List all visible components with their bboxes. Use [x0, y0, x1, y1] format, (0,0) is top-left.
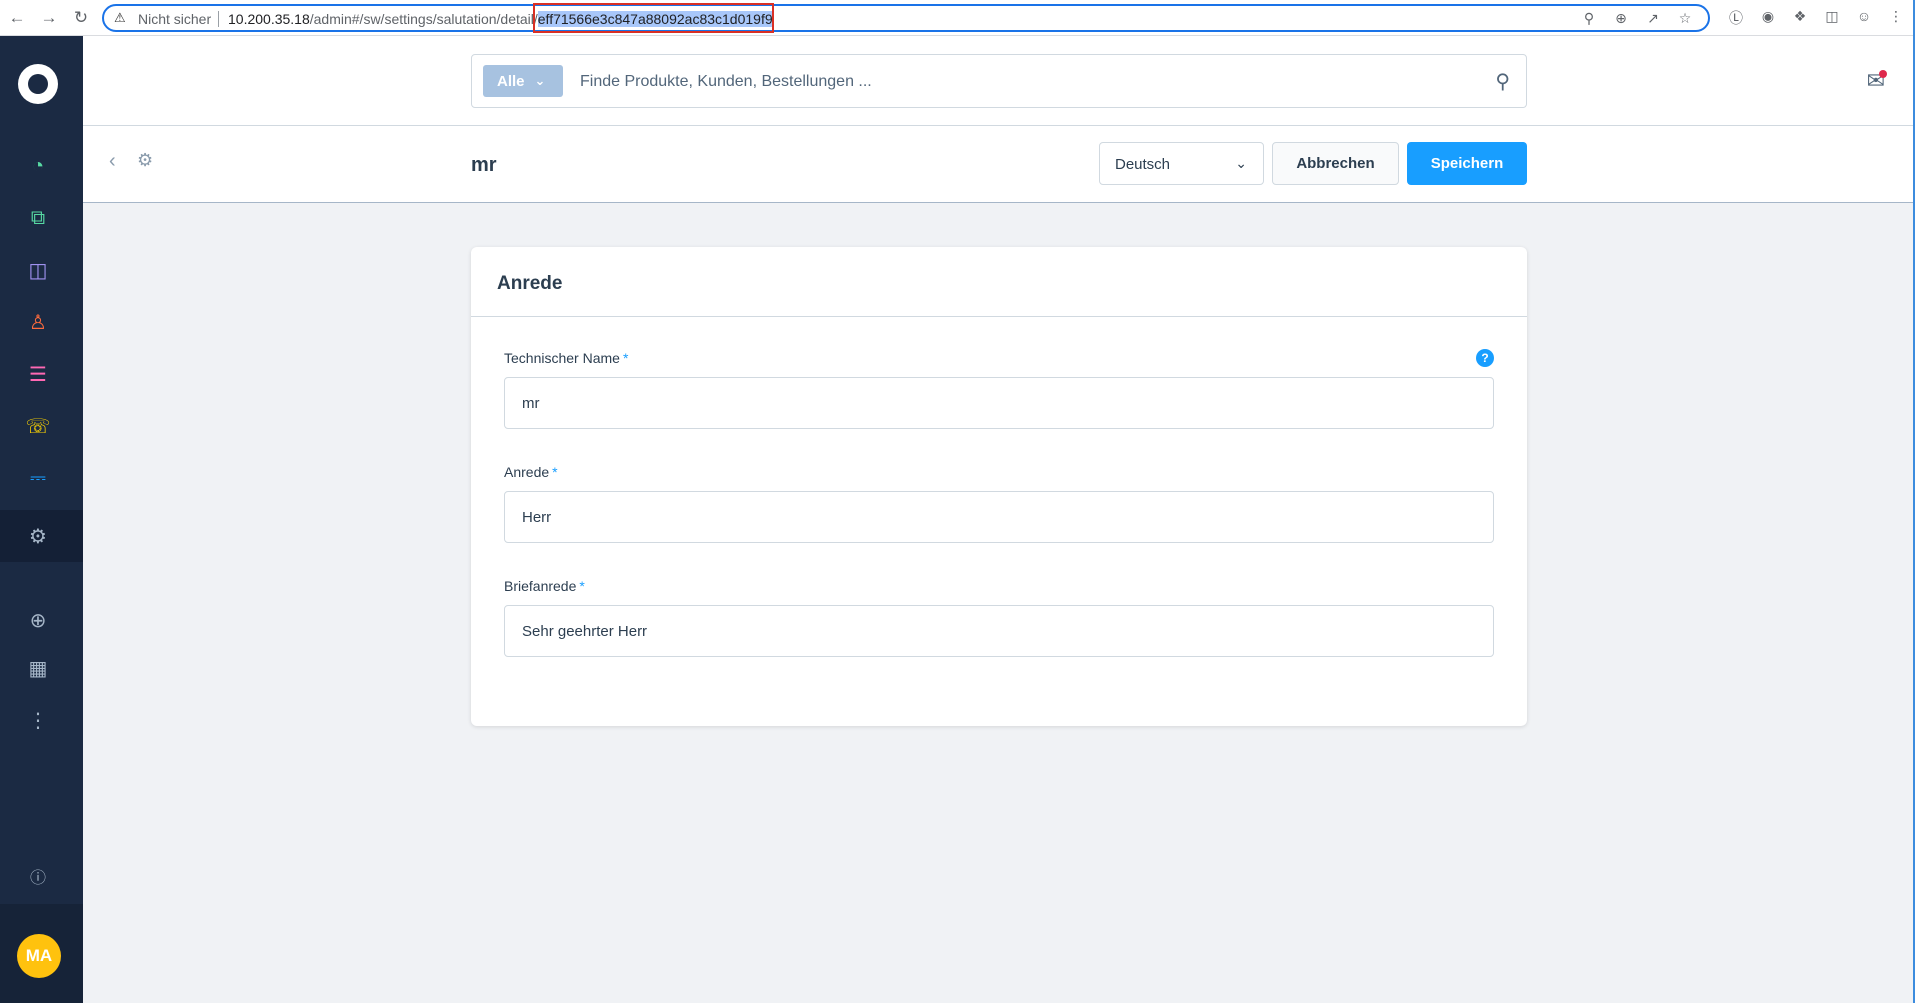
language-switch[interactable]: Deutsch ⌄ — [1099, 142, 1264, 185]
key-icon[interactable]: ⚲ — [1580, 10, 1598, 27]
browser-toolbar: ← → ↻ ⚠ Nicht sicher 10.200.35.18/admin#… — [0, 0, 1915, 36]
shopware-logo-icon[interactable] — [18, 64, 58, 104]
back-arrow-icon[interactable]: ← — [8, 9, 26, 27]
field-label-text: Technischer Name — [504, 350, 620, 366]
address-bar[interactable]: ⚠ Nicht sicher 10.200.35.18/admin#/sw/se… — [102, 4, 1710, 32]
extension-s-icon[interactable]: Ⓛ — [1727, 8, 1745, 28]
save-button[interactable]: Speichern — [1407, 142, 1527, 185]
page-title: mr — [471, 154, 497, 176]
extensions-plug-icon[interactable]: ⎓ — [24, 464, 52, 492]
required-marker: * — [579, 578, 585, 594]
notification-badge — [1879, 70, 1887, 78]
letter-salutation-input[interactable]: Sehr geehrter Herr — [504, 605, 1494, 657]
language-label: Deutsch — [1115, 156, 1171, 173]
content-icon[interactable]: ☰ — [24, 360, 52, 388]
share-icon[interactable]: ↗ — [1644, 10, 1662, 27]
search-input[interactable]: Finde Produkte, Kunden, Bestellungen ... — [580, 73, 872, 91]
field-label-text: Briefanrede — [504, 578, 577, 594]
cancel-button[interactable]: Abbrechen — [1272, 142, 1399, 185]
module-settings-icon: ⚙ — [137, 150, 154, 170]
search-icon[interactable]: ⚲ — [1495, 69, 1510, 94]
forward-arrow-icon[interactable]: → — [40, 9, 58, 27]
annotation-highlight-box — [533, 3, 774, 33]
search-scope-dropdown[interactable]: Alle ⌄ — [483, 65, 563, 97]
catalogues-icon[interactable]: ⧉ — [24, 204, 52, 232]
salutation-card: Anrede Technischer Name * ? mr Anrede * He… — [471, 247, 1527, 726]
url-host: 10.200.35.18 — [228, 11, 310, 27]
customers-icon[interactable]: ♙ — [24, 308, 52, 336]
field-label-text: Anrede — [504, 464, 550, 480]
puzzle-icon[interactable]: ❖ — [1791, 8, 1809, 28]
dashboard-gauge-icon[interactable]: ◔ — [24, 152, 52, 180]
more-vertical-icon[interactable]: ⋮ — [24, 706, 52, 734]
letter-salutation-label: Briefanrede * — [504, 578, 585, 594]
extension-icons: Ⓛ ◉ ❖ ◫ ☺ ⋮ — [1727, 8, 1905, 28]
kebab-menu-icon[interactable]: ⋮ — [1887, 8, 1905, 28]
security-label: Nicht sicher — [138, 11, 212, 27]
required-marker: * — [622, 350, 629, 366]
url-path: /admin#/sw/settings/salutation/detail/ — [309, 11, 538, 27]
salutation-label: Anrede * — [504, 464, 558, 480]
salutation-input[interactable]: Herr — [504, 491, 1494, 543]
extension-lock-icon[interactable]: ◉ — [1759, 8, 1777, 28]
bookmark-star-icon[interactable]: ☆ — [1676, 10, 1694, 27]
collapse-sidebar-icon[interactable]: ⓘ — [24, 862, 52, 890]
profile-icon[interactable]: ☺ — [1855, 8, 1873, 28]
add-circle-icon[interactable]: ⊕ — [24, 606, 52, 634]
search-scope-label: Alle — [497, 72, 525, 90]
back-chevron-icon[interactable]: ‹ — [109, 150, 116, 173]
technical-name-input[interactable]: mr — [504, 377, 1494, 429]
storefront-icon[interactable]: ▦ — [24, 654, 52, 682]
marketing-megaphone-icon[interactable]: ☏ — [24, 412, 52, 440]
chevron-down-icon: ⌄ — [534, 73, 546, 88]
settings-gear-icon[interactable]: ⚙ — [24, 522, 52, 550]
avatar[interactable]: MA — [17, 934, 61, 978]
technical-name-label: Technischer Name * — [504, 350, 628, 366]
admin-search-bar: Alle ⌄ Finde Produkte, Kunden, Bestellun… — [83, 36, 1915, 126]
card-title: Anrede — [471, 247, 1527, 317]
sidepanel-icon[interactable]: ◫ — [1823, 8, 1841, 28]
help-question-icon[interactable]: ? — [1476, 349, 1494, 367]
chevron-down-icon: ⌄ — [1235, 155, 1247, 171]
warning-icon: ⚠ — [114, 10, 126, 25]
admin-sidebar: ◔ ⧉ ◫ ♙ ☰ ☏ ⎓ ⚙ ⊕ ▦ ⋮ ⓘ MA — [0, 36, 83, 1003]
global-search[interactable]: Alle ⌄ Finde Produkte, Kunden, Bestellun… — [471, 54, 1527, 108]
smart-bar: ‹ ⚙ mr Deutsch ⌄ Abbrechen Speichern — [83, 126, 1915, 203]
zoom-icon[interactable]: ⊕ — [1612, 10, 1630, 27]
reload-icon[interactable]: ↻ — [72, 9, 90, 27]
separator — [218, 11, 219, 27]
orders-bag-icon[interactable]: ◫ — [24, 256, 52, 284]
required-marker: * — [552, 464, 558, 480]
